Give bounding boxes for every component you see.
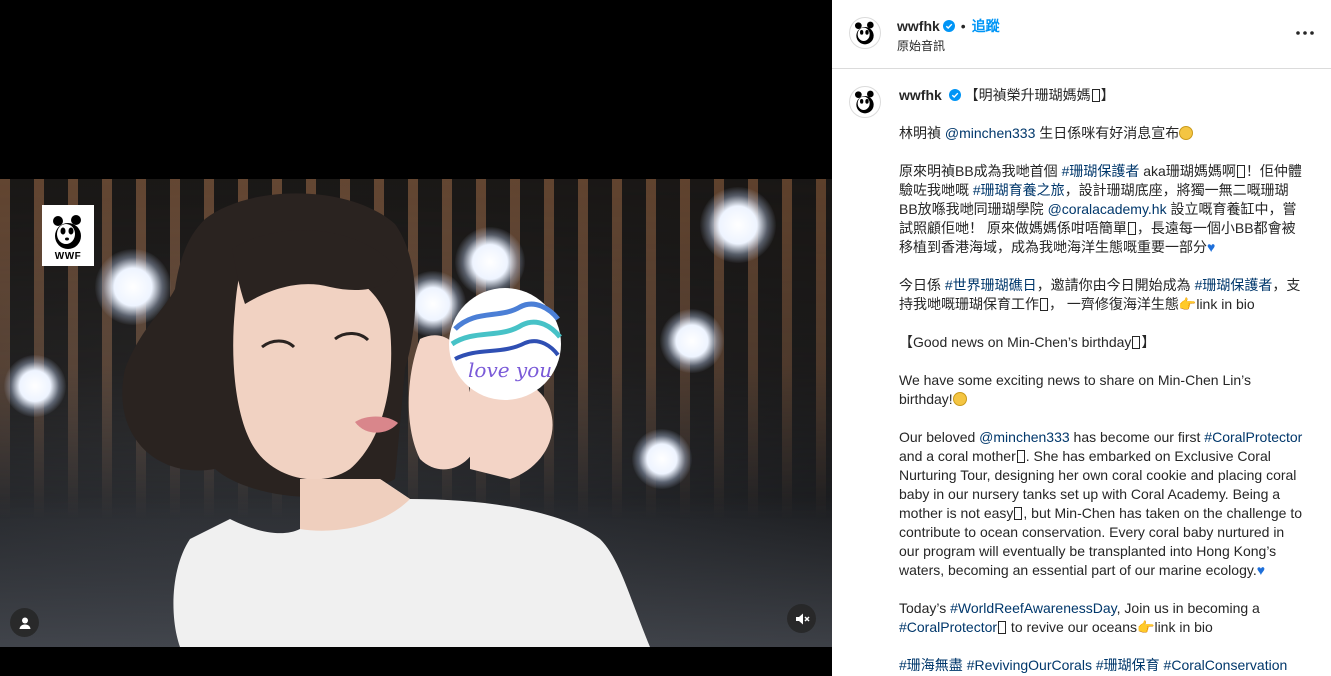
panda-icon <box>855 90 874 114</box>
caption-title-end: 】 <box>1100 87 1115 103</box>
more-options-button[interactable] <box>1294 22 1316 44</box>
missing-glyph <box>1016 450 1025 463</box>
caption-text: We have some exciting news to share on M… <box>899 372 1251 407</box>
smiling-face-icon <box>1179 126 1194 140</box>
mention-link[interactable]: @minchen333 <box>979 429 1070 445</box>
caption-text: has become our first <box>1069 429 1205 445</box>
caption-text: link in bio <box>1196 296 1255 312</box>
hashtag-link[interactable]: #珊海無盡 <box>899 657 963 673</box>
hashtag-link[interactable]: #珊瑚保護者 <box>1195 277 1273 293</box>
caption-text: ， 一齊修復海洋生態 <box>1049 296 1179 312</box>
hashtag-link[interactable]: #CoralConservation <box>1164 657 1288 673</box>
hashtag-link[interactable]: #世界珊瑚礁日 <box>945 277 1037 293</box>
caption-text: 今日係 <box>899 277 945 293</box>
post-header: wwfhk • 追蹤 原始音訊 <box>832 0 1331 69</box>
caption-text: 生日係咪有好消息宣布 <box>1035 125 1180 141</box>
more-horizontal-icon <box>1296 31 1314 35</box>
smiling-face-icon <box>952 392 967 406</box>
follow-button[interactable]: 追蹤 <box>972 16 1000 36</box>
missing-glyph <box>1014 507 1023 520</box>
video-subject: love you <box>122 193 650 647</box>
avatar[interactable] <box>849 17 881 49</box>
panda-icon <box>53 215 81 249</box>
verified-badge-icon <box>942 20 955 32</box>
tagged-users-button[interactable] <box>10 608 39 637</box>
blue-heart-icon: ♥ <box>1256 562 1266 578</box>
caption-paragraph: 林明禎 @minchen333 生日係咪有好消息宣布 <box>899 124 1305 143</box>
blue-heart-icon: ♥ <box>1207 239 1216 255</box>
caption-text: 林明禎 <box>899 125 945 141</box>
hashtag-link[interactable]: #珊瑚育養之旅 <box>973 182 1065 198</box>
pointing-hand-icon: 👉 <box>1137 619 1155 635</box>
caption-title: 【明禎榮升珊瑚媽媽 <box>964 87 1091 103</box>
verified-badge-icon <box>948 89 961 101</box>
hashtag-link[interactable]: #RevivingOurCorals <box>967 657 1092 673</box>
caption-text: Today’s <box>899 600 951 616</box>
separator-dot: • <box>960 18 966 34</box>
hashtag-link[interactable]: #WorldReefAwarenessDay <box>950 600 1117 616</box>
caption-text: link in bio <box>1154 619 1213 635</box>
caption-text: ，邀請你由今日開始成為 <box>1036 277 1195 293</box>
caption-title-line: wwfhk 【明禎榮升珊瑚媽媽】 <box>899 86 1305 105</box>
wwf-logo: WWF <box>42 205 94 266</box>
panda-icon <box>855 21 874 45</box>
caption-paragraph: 今日係 #世界珊瑚礁日，邀請你由今日開始成為 #珊瑚保護者，支持我哋嘅珊瑚保育工… <box>899 276 1305 314</box>
caption-text: aka珊瑚媽媽啊 <box>1139 163 1236 179</box>
caption-text: to revive our oceans <box>1007 619 1138 635</box>
mention-link[interactable]: @minchen333 <box>945 125 1036 141</box>
post-media[interactable]: love you WWF <box>0 0 832 676</box>
header-user-line: wwfhk • 追蹤 <box>897 16 1000 36</box>
post-details-panel: wwfhk • 追蹤 原始音訊 wwfhk 【明禎榮升珊瑚媽媽 】 林明禎 @m… <box>832 0 1331 676</box>
avatar[interactable] <box>849 86 881 118</box>
caption-text: , Join us in becoming a <box>1116 600 1260 616</box>
love-you-card: love you <box>449 288 562 400</box>
card-text: love you <box>468 358 552 382</box>
hashtag-link[interactable]: #CoralProtector <box>1204 429 1302 445</box>
caption-text: Our beloved <box>899 429 980 445</box>
missing-glyph <box>1132 336 1141 349</box>
caption-paragraph: 【Good news on Min-Chen’s birthday 】 <box>899 333 1305 352</box>
caption-text: 【Good news on Min-Chen’s birthday <box>899 334 1132 350</box>
mute-toggle-button[interactable] <box>787 604 816 633</box>
caption-paragraph: 原來明禎BB成為我哋首個 #珊瑚保護者 aka珊瑚媽媽啊 ！佢仲體驗咗我哋嘅 #珊… <box>899 162 1305 257</box>
hashtag-link[interactable]: #珊瑚保育 <box>1096 657 1160 673</box>
missing-glyph <box>1091 89 1100 102</box>
caption-paragraph: We have some exciting news to share on M… <box>899 371 1305 409</box>
caption-text: and a coral mother <box>899 448 1016 464</box>
missing-glyph <box>1040 298 1048 311</box>
wwf-logo-text: WWF <box>54 251 82 262</box>
user-tag-icon <box>19 617 30 629</box>
hashtag-link[interactable]: #珊瑚保護者 <box>1062 163 1140 179</box>
pointing-hand-icon: 👉 <box>1178 296 1197 312</box>
post-caption: wwfhk 【明禎榮升珊瑚媽媽】 林明禎 @minchen333 生日係咪有好消… <box>899 86 1305 676</box>
mention-link[interactable]: @coralacademy.hk <box>1048 201 1167 217</box>
caption-username-link[interactable]: wwfhk <box>899 87 942 103</box>
username-link[interactable]: wwfhk <box>897 18 940 34</box>
caption-text: 】 <box>1141 334 1156 350</box>
missing-glyph <box>1236 165 1245 178</box>
caption-paragraph: Our beloved @minchen333 has become our f… <box>899 428 1305 580</box>
original-audio-link[interactable]: 原始音訊 <box>897 37 945 54</box>
caption-hashtags: #珊海無盡 #RevivingOurCorals #珊瑚保育 #CoralCon… <box>899 656 1305 675</box>
speaker-muted-icon <box>795 613 810 624</box>
hashtag-link[interactable]: #CoralProtector <box>899 619 997 635</box>
missing-glyph <box>1127 222 1136 235</box>
video-player[interactable]: love you <box>0 179 832 647</box>
missing-glyph <box>998 621 1007 634</box>
caption-text: 原來明禎BB成為我哋首個 <box>899 163 1062 179</box>
caption-paragraph: Today’s #WorldReefAwarenessDay, Join us … <box>899 599 1305 637</box>
